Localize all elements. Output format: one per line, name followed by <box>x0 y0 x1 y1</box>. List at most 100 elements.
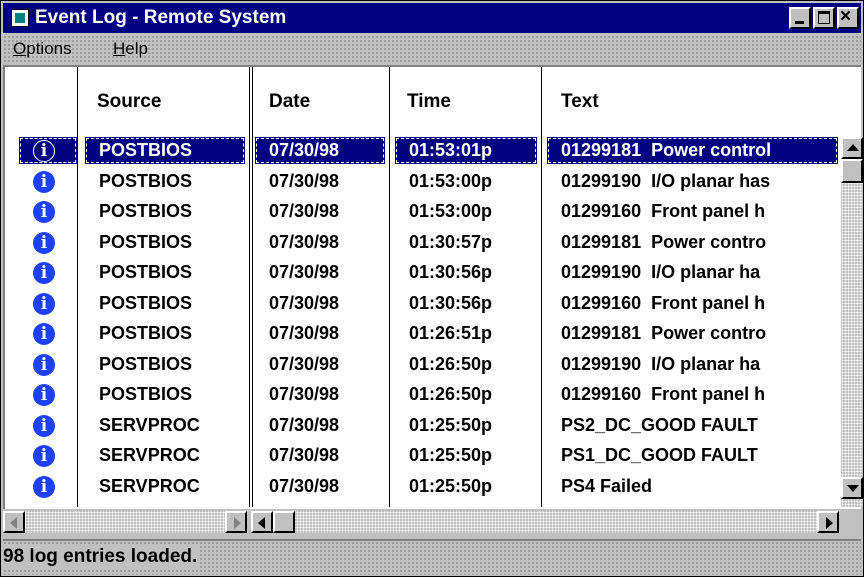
table-row[interactable]: i POSTBIOS 07/30/98 01:53:00p 01299190 I/O p… <box>5 168 838 195</box>
cell-text: PS4 Failed <box>561 476 653 496</box>
vertical-scroll-thumb[interactable] <box>841 159 863 183</box>
cell-source: POSTBIOS <box>99 384 193 404</box>
cell-time: 01:25:50p <box>409 445 493 465</box>
cell-time: 01:30:57p <box>409 232 493 252</box>
cell-text: 01299181 Power control <box>561 140 772 160</box>
down-arrow-icon <box>847 485 859 492</box>
cell-text: 01299181 Power contro <box>561 323 767 343</box>
cell-time: 01:30:56p <box>409 262 493 282</box>
cell-time: 01:30:56p <box>409 293 493 313</box>
horizontal-scroll-thumb[interactable] <box>273 511 295 533</box>
cell-source: POSTBIOS <box>99 323 193 343</box>
cell-text: 01299181 Power contro <box>561 232 767 252</box>
info-icon: i <box>33 445 55 467</box>
scroll-left-button[interactable] <box>3 511 25 533</box>
close-button[interactable]: × <box>837 6 859 29</box>
left-pane-horizontal-scrollbar[interactable] <box>3 511 247 533</box>
cell-time: 01:53:00p <box>409 171 493 191</box>
cell-source: POSTBIOS <box>99 140 193 160</box>
cell-source: POSTBIOS <box>99 232 193 252</box>
scroll-right-button[interactable] <box>225 511 247 533</box>
cell-source: POSTBIOS <box>99 354 193 374</box>
window-title: Event Log - Remote System <box>35 7 287 28</box>
cell-source: SERVPROC <box>99 415 200 435</box>
table-row[interactable]: i POSTBIOS 07/30/98 01:26:50p 01299190 I/O p… <box>5 351 838 378</box>
table-row[interactable]: i POSTBIOS 07/30/98 01:53:00p 01299160 Front… <box>5 198 838 225</box>
info-icon: i <box>33 323 55 345</box>
menu-bar: Options Help <box>3 35 861 63</box>
cell-date: 07/30/98 <box>269 140 340 160</box>
scroll-left-button[interactable] <box>251 511 273 533</box>
cell-date: 07/30/98 <box>269 415 340 435</box>
cell-date: 07/30/98 <box>269 354 340 374</box>
cell-time: 01:25:50p <box>409 415 493 435</box>
cell-source: POSTBIOS <box>99 293 193 313</box>
cell-text: 01299190 I/O planar ha <box>561 354 761 374</box>
menu-options[interactable]: Options <box>13 39 72 59</box>
cell-text: 01299190 I/O planar ha <box>561 262 761 282</box>
cell-source: SERVPROC <box>99 476 200 496</box>
vertical-scrollbar[interactable] <box>841 137 863 507</box>
cell-date: 07/30/98 <box>269 201 340 221</box>
event-rows: i POSTBIOS 07/30/98 01:53:01p 01299181 Power… <box>5 137 838 507</box>
table-row[interactable]: i POSTBIOS 07/30/98 01:30:56p 01299190 I/O p… <box>5 259 838 286</box>
cell-date: 07/30/98 <box>269 384 340 404</box>
table-row[interactable]: i POSTBIOS 07/30/98 01:26:50p 01299160 Front… <box>5 381 838 408</box>
cell-date: 07/30/98 <box>269 476 340 496</box>
table-row[interactable]: i POSTBIOS 07/30/98 01:30:56p 01299160 Front… <box>5 290 838 317</box>
scroll-down-button[interactable] <box>841 477 863 499</box>
cell-time: 01:53:00p <box>409 201 493 221</box>
cell-date: 07/30/98 <box>269 323 340 343</box>
cell-text: PS1_DC_GOOD FAULT <box>561 445 758 465</box>
table-row[interactable]: i POSTBIOS 07/30/98 01:53:01p 01299181 Power… <box>5 137 838 164</box>
scroll-up-button[interactable] <box>841 137 863 159</box>
cell-date: 07/30/98 <box>269 445 340 465</box>
table-row[interactable]: i SERVPROC 07/30/98 01:25:50p PS1_DC_GOOD FA… <box>5 442 838 469</box>
column-header-time[interactable]: Time <box>407 67 451 137</box>
menu-help[interactable]: Help <box>113 39 148 59</box>
cell-source: SERVPROC <box>99 445 200 465</box>
table-row[interactable]: i POSTBIOS 07/30/98 01:30:57p 01299181 Power… <box>5 229 838 256</box>
cell-time: 01:26:50p <box>409 384 493 404</box>
column-header-text[interactable]: Text <box>561 67 599 137</box>
cell-date: 07/30/98 <box>269 262 340 282</box>
table-row[interactable]: i SERVPROC 07/30/98 01:25:50p PS4 Failed <box>5 473 838 500</box>
info-icon: i <box>33 140 55 162</box>
minimize-button[interactable] <box>789 7 811 29</box>
status-text: 98 log entries loaded. <box>3 545 201 569</box>
cell-text: 01299160 Front panel h <box>561 384 766 404</box>
info-icon: i <box>33 201 55 223</box>
cell-text: 01299160 Front panel h <box>561 293 766 313</box>
table-row[interactable]: i SERVPROC 07/30/98 01:25:50p PS2_DC_GOOD FA… <box>5 412 838 439</box>
app-icon[interactable] <box>11 9 29 27</box>
cell-time: 01:26:50p <box>409 354 493 374</box>
info-icon: i <box>33 293 55 315</box>
column-header-source[interactable]: Source <box>97 67 161 137</box>
info-icon: i <box>33 476 55 498</box>
cell-text: 01299190 I/O planar has <box>561 171 771 191</box>
cell-time: 01:53:01p <box>409 140 493 160</box>
event-list[interactable]: Source Date Time Text i POSTBIOS 07/30/98 0… <box>3 65 863 509</box>
right-pane-horizontal-scrollbar[interactable] <box>251 511 839 533</box>
info-icon: i <box>33 415 55 437</box>
info-icon: i <box>33 262 55 284</box>
event-log-window: Event Log - Remote System × Options Help… <box>0 0 864 577</box>
cell-date: 07/30/98 <box>269 293 340 313</box>
right-arrow-icon <box>826 517 833 529</box>
minimize-icon <box>795 21 804 24</box>
close-icon: × <box>840 6 852 27</box>
cell-time: 01:25:50p <box>409 476 493 496</box>
cell-date: 07/30/98 <box>269 171 340 191</box>
right-arrow-icon <box>234 517 241 529</box>
cell-text: 01299160 Front panel h <box>561 201 766 221</box>
column-header-date[interactable]: Date <box>269 67 310 137</box>
cell-source: POSTBIOS <box>99 201 193 221</box>
table-row[interactable]: i POSTBIOS 07/30/98 01:26:51p 01299181 Power… <box>5 320 838 347</box>
title-bar[interactable]: Event Log - Remote System × <box>3 3 861 33</box>
maximize-button[interactable] <box>813 7 835 29</box>
column-header: Source Date Time Text <box>5 67 838 137</box>
scroll-right-button[interactable] <box>817 511 839 533</box>
status-bar: 98 log entries loaded. <box>3 539 861 575</box>
cell-source: POSTBIOS <box>99 171 193 191</box>
info-icon: i <box>33 232 55 254</box>
